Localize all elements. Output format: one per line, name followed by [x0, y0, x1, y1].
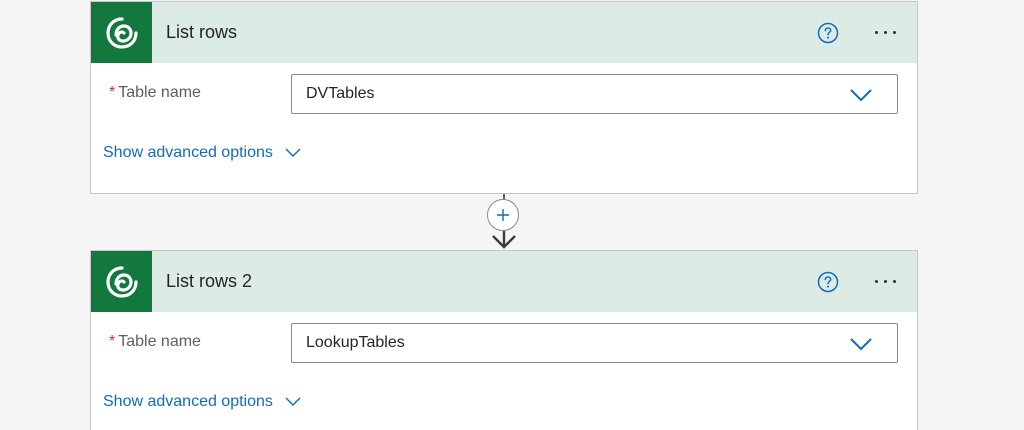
dataverse-icon: [91, 2, 152, 63]
chevron-down-icon: [850, 338, 872, 351]
chevron-down-icon: [285, 397, 301, 406]
advanced-options-label: Show advanced options: [103, 144, 273, 161]
more-horizontal-icon: [874, 30, 896, 34]
chevron-down-icon: [850, 89, 872, 102]
field-label-text: Table name: [118, 84, 201, 101]
step-card-list-rows-2: List rows 2 * Table name LookupTables Sho…: [90, 250, 918, 430]
table-name-dropdown[interactable]: LookupTables: [291, 323, 898, 363]
step-header[interactable]: List rows: [91, 2, 917, 63]
help-button[interactable]: [817, 271, 839, 293]
dataverse-icon: [91, 251, 152, 312]
advanced-options-label: Show advanced options: [103, 393, 273, 410]
step-header[interactable]: List rows 2: [91, 251, 917, 312]
step-card-list-rows: List rows * Table name DVTables Show adva…: [90, 1, 918, 194]
table-name-value: LookupTables: [306, 334, 405, 351]
insert-step-button[interactable]: [487, 199, 519, 231]
table-name-label: * Table name: [109, 333, 201, 351]
help-button[interactable]: [817, 22, 839, 44]
help-circle-icon: [817, 22, 839, 44]
more-options-button[interactable]: [867, 20, 903, 44]
show-advanced-options-link[interactable]: Show advanced options: [103, 144, 301, 162]
help-circle-icon: [817, 271, 839, 293]
arrow-down-icon: [492, 231, 516, 249]
step-title: List rows 2: [166, 271, 253, 291]
required-marker: *: [109, 333, 116, 350]
table-name-label: * Table name: [109, 84, 201, 102]
show-advanced-options-link[interactable]: Show advanced options: [103, 393, 301, 411]
table-name-value: DVTables: [306, 85, 375, 102]
table-name-row: * Table name LookupTables: [91, 312, 917, 378]
plus-icon: [497, 209, 509, 221]
required-marker: *: [109, 84, 116, 101]
table-name-row: * Table name DVTables: [91, 63, 917, 129]
table-name-dropdown[interactable]: DVTables: [291, 74, 898, 114]
field-label-text: Table name: [118, 333, 201, 350]
more-horizontal-icon: [874, 279, 896, 283]
chevron-down-icon: [285, 148, 301, 157]
step-title: List rows: [166, 22, 238, 42]
more-options-button[interactable]: [867, 269, 903, 293]
